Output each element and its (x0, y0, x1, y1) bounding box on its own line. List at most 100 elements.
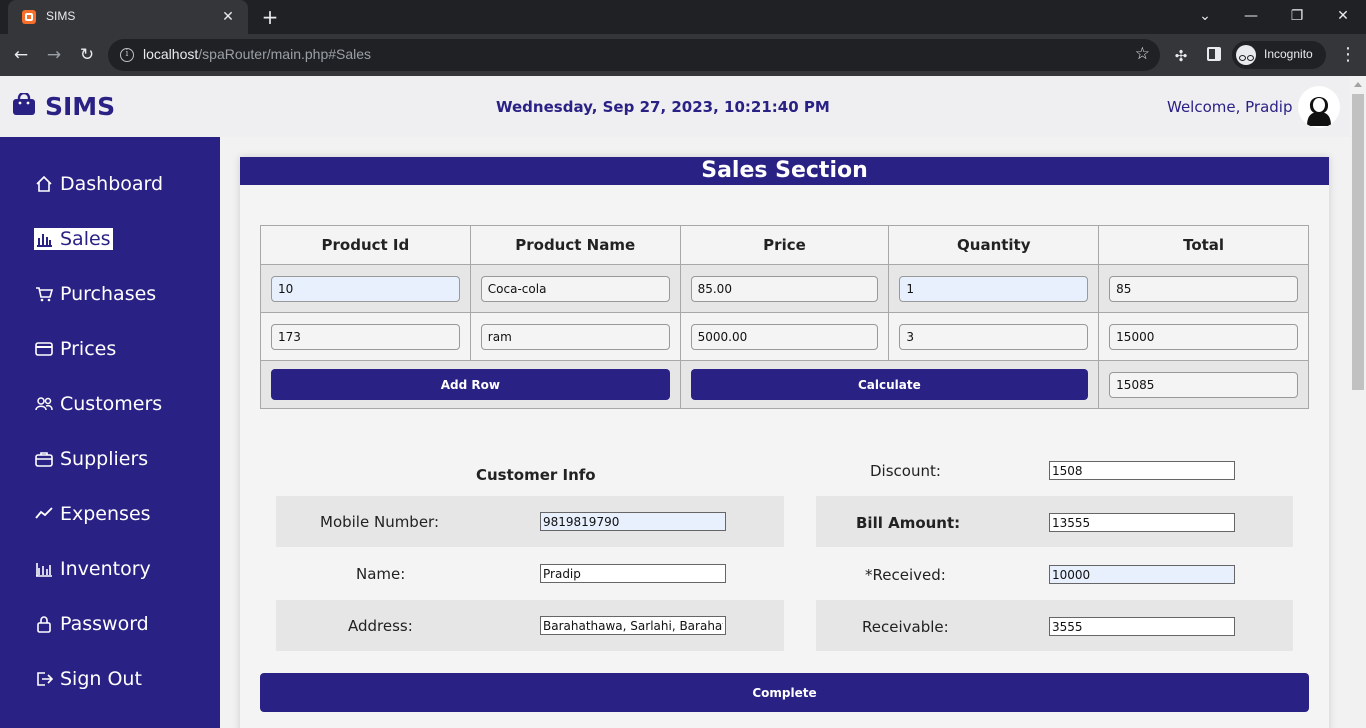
section-title: Sales Section (240, 157, 1329, 185)
grand-total-input[interactable] (1109, 371, 1298, 398)
back-arrow-icon[interactable]: ← (8, 42, 34, 68)
quantity-input[interactable] (899, 323, 1089, 350)
page-scrollbar[interactable] (1350, 76, 1366, 728)
browser-toolbar: ← → ↻ i localhost/spaRouter/main.php#Sal… (0, 34, 1366, 76)
bar-chart-icon (37, 234, 52, 247)
incognito-icon (1236, 45, 1256, 65)
restore-button[interactable]: ❐ (1274, 4, 1320, 28)
sidebar-item-password[interactable]: Password (34, 609, 149, 639)
sidebar-item-suppliers[interactable]: Suppliers (34, 444, 148, 474)
receivable-field[interactable] (1049, 617, 1235, 636)
mobile-label: Mobile Number: (320, 513, 440, 531)
product-id-input[interactable] (271, 275, 460, 302)
sidebar-item-prices[interactable]: Prices (34, 334, 116, 364)
receivable-label: Receivable: (862, 618, 949, 636)
url-text: localhost/spaRouter/main.php#Sales (143, 46, 372, 62)
xampp-favicon-icon (22, 10, 36, 24)
page: SIMS Wednesday, Sep 27, 2023, 10:21:40 P… (0, 76, 1350, 728)
total-input[interactable] (1109, 275, 1298, 302)
product-name-input[interactable] (480, 275, 670, 302)
table-cell: Calculate (679, 360, 1100, 409)
side-panel-icon[interactable] (1207, 47, 1221, 61)
table-row (260, 312, 1309, 361)
trend-icon (35, 507, 53, 519)
site-info-icon[interactable]: i (120, 48, 134, 62)
complete-button[interactable]: Complete (260, 673, 1309, 712)
sidebar-item-sales[interactable]: Sales (34, 228, 113, 250)
sidebar-item-label: Suppliers (60, 448, 149, 470)
sidebar-item-inventory[interactable]: Inventory (34, 554, 151, 584)
window-close-button[interactable]: ✕ (1320, 4, 1366, 28)
bill-amount-field[interactable] (1049, 513, 1235, 532)
price-input[interactable] (690, 323, 879, 350)
tab-title: SIMS (46, 9, 76, 23)
tab-close-icon[interactable]: ✕ (218, 7, 238, 27)
name-field[interactable] (540, 564, 726, 583)
minimize-button[interactable]: — (1228, 4, 1274, 28)
table-cell (888, 312, 1100, 361)
address-field[interactable] (540, 616, 726, 635)
sidebar-item-label: Dashboard (60, 173, 164, 195)
users-icon (35, 397, 53, 411)
column-header: Price (679, 225, 890, 265)
table-cell (469, 264, 681, 313)
lock-icon (37, 616, 51, 633)
table-header-row: Product Id Product Name Price Quantity T… (260, 225, 1309, 265)
quantity-input[interactable] (899, 275, 1089, 302)
card-icon (35, 342, 53, 356)
brand-title[interactable]: SIMS (45, 92, 115, 121)
discount-field[interactable] (1049, 461, 1235, 480)
price-input[interactable] (690, 275, 879, 302)
home-icon (36, 175, 52, 192)
sidebar-item-label: Purchases (60, 283, 157, 305)
sidebar-item-dashboard[interactable]: Dashboard (34, 169, 163, 199)
sidebar-item-label: Password (60, 613, 149, 635)
scrollbar-thumb[interactable] (1352, 94, 1364, 390)
table-cell (679, 312, 890, 361)
sales-panel: Sales Section Product Id Product Name Pr… (240, 157, 1329, 728)
table-cell (1098, 312, 1309, 361)
discount-label: Discount: (870, 462, 941, 480)
browser-tab-strip: SIMS ✕ + ⌄ — ❐ ✕ (0, 0, 1366, 34)
table-cell (469, 312, 681, 361)
sidebar-item-expenses[interactable]: Expenses (34, 499, 151, 529)
forward-arrow-icon[interactable]: → (41, 42, 67, 68)
incognito-profile-button[interactable]: Incognito (1232, 41, 1326, 69)
sidebar-item-label: Expenses (60, 503, 151, 525)
current-datetime: Wednesday, Sep 27, 2023, 10:21:40 PM (496, 98, 830, 116)
bookmark-star-icon[interactable]: ☆ (1135, 44, 1150, 64)
user-avatar-icon (1307, 97, 1331, 126)
add-row-button[interactable]: Add Row (271, 369, 670, 400)
mobile-number-field[interactable] (540, 512, 726, 531)
browser-tab[interactable]: SIMS ✕ (8, 0, 248, 34)
table-actions-row: Add Row Calculate (260, 360, 1309, 409)
reload-icon[interactable]: ↻ (74, 42, 100, 68)
table-row (260, 264, 1309, 313)
product-name-input[interactable] (480, 323, 670, 350)
tab-search-icon[interactable]: ⌄ (1182, 4, 1228, 28)
address-bar[interactable]: i localhost/spaRouter/main.php#Sales ☆ (108, 39, 1160, 71)
sidebar-item-label: Inventory (60, 558, 151, 580)
column-header: Total (1098, 225, 1309, 265)
received-field[interactable] (1049, 565, 1235, 584)
new-tab-button[interactable]: + (258, 5, 282, 29)
avatar[interactable] (1298, 86, 1340, 128)
table-cell (260, 264, 471, 313)
total-input[interactable] (1109, 323, 1298, 350)
sidebar-item-purchases[interactable]: Purchases (34, 279, 156, 309)
sidebar-item-customers[interactable]: Customers (34, 389, 162, 419)
cart-icon (36, 287, 54, 302)
sidebar-item-label: Sales (60, 228, 111, 250)
received-label: *Received: (865, 566, 946, 584)
browser-menu-icon[interactable]: ⋮ (1338, 41, 1358, 69)
scroll-up-arrow-icon[interactable] (1354, 82, 1362, 87)
product-id-input[interactable] (271, 323, 460, 350)
app-header: SIMS Wednesday, Sep 27, 2023, 10:21:40 P… (0, 76, 1350, 137)
extensions-puzzle-icon[interactable]: ✣ (1172, 47, 1190, 65)
sidebar-item-sign-out[interactable]: Sign Out (34, 664, 142, 694)
column-header: Quantity (888, 225, 1100, 265)
sidebar-item-label: Customers (60, 393, 163, 415)
briefcase-icon (35, 452, 53, 467)
column-header: Product Id (260, 225, 471, 265)
calculate-button[interactable]: Calculate (690, 369, 1089, 400)
